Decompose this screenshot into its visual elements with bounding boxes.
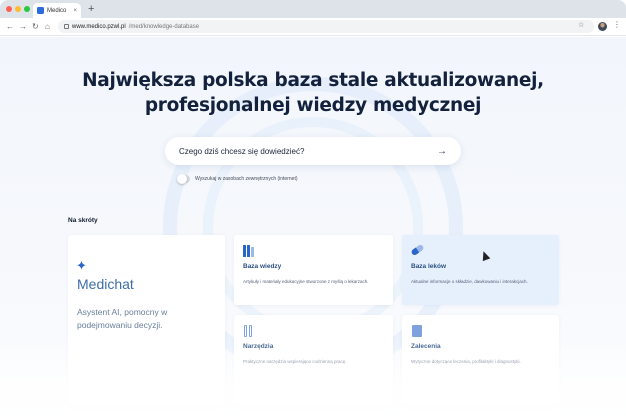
maximize-window-button[interactable] <box>24 6 30 12</box>
document-icon <box>412 325 422 337</box>
forward-icon[interactable]: → <box>19 21 27 32</box>
close-icon[interactable]: × <box>73 8 77 14</box>
minimize-window-button[interactable] <box>15 6 21 12</box>
narzedzia-title: Narzędzia <box>243 343 274 350</box>
tab-medico[interactable]: Medico × <box>33 3 81 18</box>
profile-avatar[interactable] <box>598 22 607 31</box>
zalecenia-title: Zalecenia <box>411 343 441 350</box>
close-window-button[interactable] <box>6 6 12 12</box>
books-icon <box>243 245 255 257</box>
hero-title-line2: profesjonalnej wiedzy medycznej <box>144 95 482 116</box>
zalecenia-description: Wytyczne dotyczące leczenia, profilaktyk… <box>411 359 521 364</box>
search-input[interactable] <box>179 146 437 156</box>
tab-title: Medico <box>47 7 67 14</box>
page-content: Największa polska baza stale aktualizowa… <box>0 37 626 420</box>
medichat-card[interactable]: ✦ Medichat Asystent AI, pomocny w podejm… <box>68 235 225 405</box>
baza-wiedzy-card[interactable]: Baza wiedzy Artykuły i materiały edukacy… <box>234 235 393 305</box>
reload-icon[interactable]: ↻ <box>32 21 39 32</box>
home-icon[interactable]: ⌂ <box>45 21 50 32</box>
baza-lekow-title: Baza leków <box>411 263 447 270</box>
address-toolbar: ← → ↻ ⌂ www.medico.pzwl.pl/med/knowledge… <box>0 18 626 36</box>
external-search-label: Wyszukaj w zasobach zewnętrznych (intern… <box>195 176 298 182</box>
zalecenia-card[interactable]: Zalecenia Wytyczne dotyczące leczenia, p… <box>402 315 559 405</box>
new-tab-button[interactable]: + <box>88 2 94 16</box>
kebab-menu-icon[interactable]: ⋮ <box>613 20 621 29</box>
sparkle-icon: ✦ <box>76 258 87 273</box>
baza-wiedzy-title: Baza wiedzy <box>243 263 282 270</box>
external-search-toggle-row: Wyszukaj w zasobach zewnętrznych (intern… <box>177 174 298 184</box>
baza-lekow-card[interactable]: Baza leków Aktualne informacje o składzi… <box>402 235 559 305</box>
url-domain: www.medico.pzwl.pl <box>72 23 126 30</box>
baza-wiedzy-description: Artykuły i materiały edukacyjne stworzon… <box>243 279 369 284</box>
search-box: → <box>165 137 461 165</box>
shortcuts-heading: Na skróty <box>68 217 98 224</box>
browser-window: Medico × + ← → ↻ ⌂ www.medico.pzwl.pl/me… <box>0 0 626 420</box>
baza-lekow-description: Aktualne informacje o składzie, dawkowan… <box>411 279 528 284</box>
toggle-knob <box>177 174 187 184</box>
arrow-right-icon[interactable]: → <box>437 146 447 157</box>
back-icon[interactable]: ← <box>6 21 14 32</box>
medichat-description: Asystent AI, pomocny w podejmowaniu decy… <box>77 307 168 330</box>
medico-favicon-icon <box>37 7 44 14</box>
lock-icon <box>64 24 69 29</box>
narzedzia-card[interactable]: Narzędzia Praktyczne narzędzia wspierają… <box>234 315 393 405</box>
narzedzia-description: Praktyczne narzędzia wspierające codzien… <box>243 359 347 364</box>
star-icon[interactable]: ☆ <box>578 21 584 29</box>
url-path: /med/knowledge-database <box>128 23 200 30</box>
tools-icon <box>243 325 255 337</box>
external-search-toggle[interactable] <box>177 174 190 184</box>
tab-bar: Medico × + <box>0 0 626 18</box>
pill-icon <box>410 243 425 257</box>
hero-title: Największa polska baza stale aktualizowa… <box>0 68 626 118</box>
address-bar[interactable]: www.medico.pzwl.pl/med/knowledge-databas… <box>58 20 594 33</box>
hero-title-line1: Największa polska baza stale aktualizowa… <box>82 70 544 91</box>
medichat-title: Medichat <box>77 276 134 292</box>
